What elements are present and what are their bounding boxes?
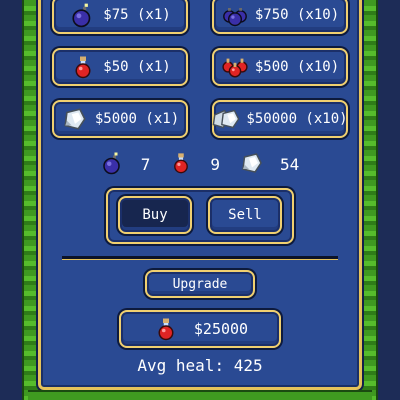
crystal-count-value: 54 (280, 154, 300, 174)
crystal-icon (61, 105, 89, 133)
bottom-grass-rail (28, 390, 372, 400)
left-frame (0, 0, 22, 400)
buy-potion-x10-button[interactable]: $500 (x10) (212, 48, 348, 86)
upgrade-button[interactable]: Upgrade (145, 270, 255, 298)
bomb-x1-price: $75 (x1) (103, 7, 171, 23)
potion-count-value: 9 (210, 154, 220, 174)
buy-crystal-x10-button[interactable]: $50000 (x10) (212, 100, 348, 138)
upgrade-price: $25000 (193, 320, 249, 338)
crystal-count: 54 (240, 151, 299, 177)
section-divider (62, 256, 338, 259)
bomb-count: 7 (101, 151, 151, 177)
sell-tab-button[interactable]: Sell (208, 196, 282, 234)
buy-tab-button[interactable]: Buy (118, 196, 192, 234)
potion-icon (170, 151, 196, 177)
potion-x1-price: $50 (x1) (103, 59, 171, 75)
crystal-x10-price: $50000 (x10) (246, 111, 348, 127)
bomb-stack-icon (221, 1, 249, 29)
upgrade-label: Upgrade (172, 276, 228, 292)
bomb-icon (69, 1, 97, 29)
upgrade-price-button[interactable]: $25000 (119, 310, 281, 348)
buy-label: Buy (142, 207, 168, 223)
potion-count: 9 (170, 151, 220, 177)
buy-crystal-x1-button[interactable]: $5000 (x1) (52, 100, 188, 138)
crystal-icon (240, 151, 266, 177)
potion-icon (152, 315, 180, 343)
inventory-counts: 7 9 54 (38, 146, 362, 182)
potion-x10-price: $500 (x10) (254, 59, 340, 75)
potion-stack-icon (221, 53, 249, 81)
game-screen: $75 (x1) $750 (x10) $50 (x1) $500 (x10) … (0, 0, 400, 400)
right-frame (378, 0, 400, 400)
bomb-count-value: 7 (140, 154, 151, 174)
potion-icon (69, 53, 97, 81)
sell-label: Sell (228, 207, 262, 223)
avg-heal-text: Avg heal: 425 (137, 356, 263, 375)
crystal-x1-price: $5000 (x1) (94, 111, 180, 127)
bomb-x10-price: $750 (x10) (254, 7, 340, 23)
buy-bomb-x10-button[interactable]: $750 (x10) (212, 0, 348, 34)
bomb-icon (101, 151, 127, 177)
buy-potion-x1-button[interactable]: $50 (x1) (52, 48, 188, 86)
crystal-stack-icon (212, 105, 240, 133)
buy-bomb-x1-button[interactable]: $75 (x1) (52, 0, 188, 34)
